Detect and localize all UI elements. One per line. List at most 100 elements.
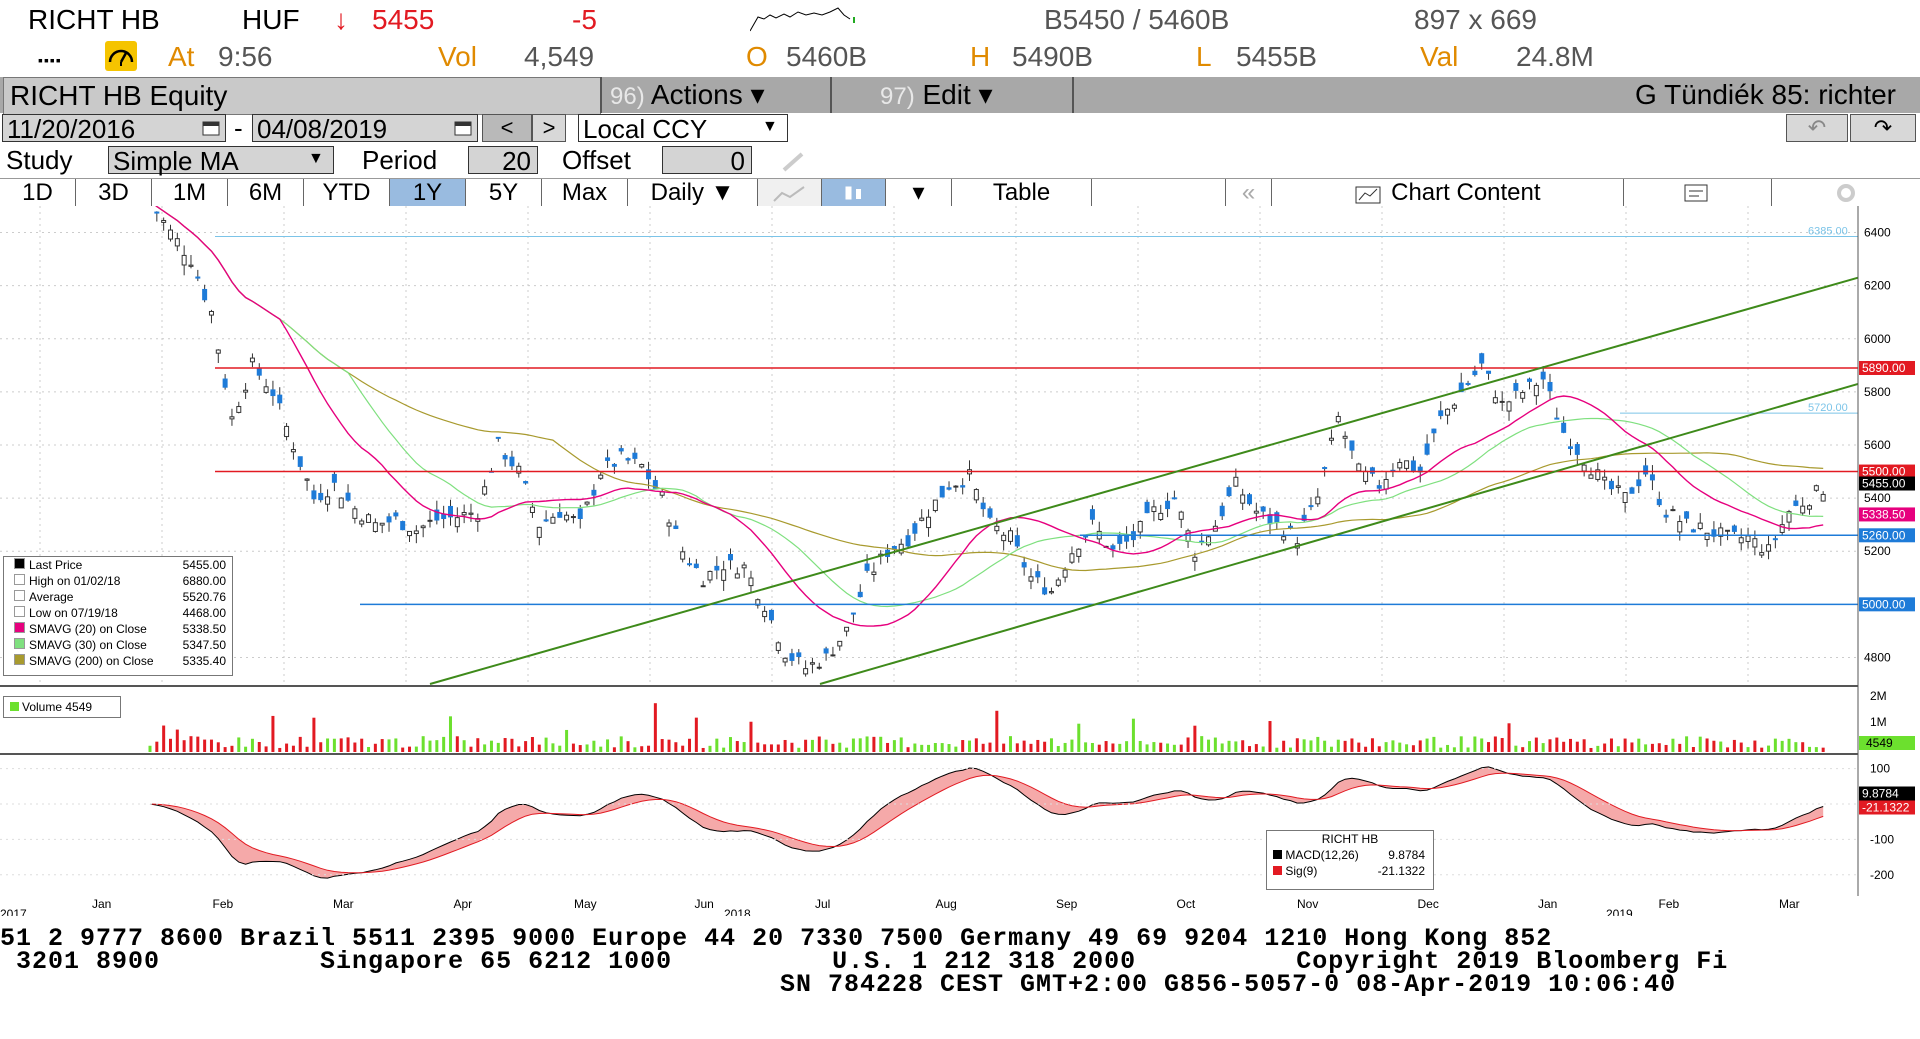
year-label: 2019 [1606,907,1633,916]
volume-bar [537,744,541,752]
candle-body [1520,392,1526,399]
volume-legend[interactable]: Volume 4549 [3,696,121,718]
volume-bar [1275,747,1279,752]
redo-button[interactable]: ↷ [1850,114,1916,142]
actions-menu[interactable]: 96) Actions ▾ [610,77,765,113]
candle-body [1649,474,1655,481]
price-tag-label: 5890.00 [1862,361,1906,375]
candle-body [1226,487,1232,497]
calendar-icon[interactable] [202,120,220,136]
dots-icon[interactable]: ▪▪▪▪ [38,52,62,68]
interval-select[interactable]: Daily ▼ [628,179,758,207]
period-field[interactable]: 20 [468,146,538,175]
pencil-icon[interactable] [780,150,808,174]
date-from-field[interactable]: 11/20/2016 [2,114,226,144]
month-label: Feb [213,897,234,911]
currency-select[interactable]: Local CCY [578,114,788,143]
candle-body [782,657,788,663]
candle-chart-icon[interactable] [822,179,886,207]
chart-legend[interactable]: Last Price 5455.00 High on 01/02/18 6880.00… [3,556,233,676]
volume-bar [1562,741,1566,752]
candle-body [304,478,310,481]
candle-body [297,456,303,467]
next-button[interactable]: > [532,114,566,142]
speedometer-icon[interactable] [104,40,138,72]
candle-body [973,489,979,501]
tab-max[interactable]: Max [542,179,628,207]
candle-body [536,526,542,538]
price-chart[interactable]: 6400 6200 6000 5800 5600 5400 5200 4800 5890.00 5… [0,206,1920,916]
volume-bar [1466,747,1470,752]
candle-body [502,455,508,460]
candle-body [359,520,365,525]
month-label: Mar [333,897,354,911]
volume-bar [913,743,917,752]
prev-button[interactable]: < [482,114,532,142]
volume-bar [271,715,275,752]
tab-5y[interactable]: 5Y [466,179,542,207]
volume-bar [489,740,493,752]
volume-bar [373,743,377,752]
volume-bar [1603,743,1607,752]
volume-bar [988,742,992,752]
candle-body [803,668,809,675]
chevron-down-icon[interactable]: ▼ [308,150,324,168]
volume-bar [968,740,972,752]
volume-bar [1514,745,1518,752]
annotate-icon[interactable] [1624,179,1772,207]
volume-bar [1609,738,1613,752]
gear-icon[interactable] [1772,179,1920,207]
candle-body [1028,576,1034,582]
candle-body [236,406,242,413]
volume-bar [1801,742,1805,752]
volume-bar [1541,743,1545,752]
candle-body [1533,384,1539,397]
volume-bar [701,747,705,752]
volume-bar [899,737,903,752]
volume-bar [1295,738,1299,752]
volume-bar [455,736,459,752]
tab-ytd[interactable]: YTD [304,179,390,207]
tab-1d[interactable]: 1D [0,179,76,207]
chart-content-button[interactable]: Chart Content [1272,179,1624,207]
study-select[interactable]: Simple MA [108,146,334,175]
candle-body [1260,506,1266,512]
candle-body [693,563,699,569]
volume-bar [448,716,452,752]
volume-bar [1739,742,1743,752]
candle-body [1677,521,1683,533]
candle-body [372,522,378,532]
tab-6m[interactable]: 6M [228,179,304,207]
date-to-field[interactable]: 04/08/2019 [252,114,478,143]
candle-body [932,499,938,512]
volume-bar [1773,738,1777,752]
volume-bar [346,737,350,752]
table-button[interactable]: Table [952,179,1092,207]
volume-bar [237,737,241,752]
volume-bar [1473,736,1477,752]
candle-body [1731,525,1737,532]
tab-1m[interactable]: 1M [152,179,228,207]
edit-menu[interactable]: 97) Edit ▾ [880,77,993,113]
collapse-icon[interactable]: « [1226,179,1272,207]
offset-field[interactable]: 0 [662,146,752,175]
line-chart-icon[interactable] [758,179,822,207]
tab-1y[interactable]: 1Y [390,179,466,207]
volume-bar [1623,738,1627,752]
candle-body [1588,474,1594,479]
macd-legend[interactable]: RICHT HB MACD(12,26) 9.8784 Sig(9) -21.1… [1266,830,1434,890]
chart-type-dropdown[interactable]: ▾ [886,179,952,207]
calendar-icon[interactable] [454,120,472,136]
candle-body [174,238,180,247]
candle-body [427,519,433,522]
legend-value: 4468.00 [182,606,226,620]
undo-button[interactable]: ↶ [1786,114,1848,142]
volume-bar [1439,747,1443,752]
tab-3d[interactable]: 3D [76,179,152,207]
security-title[interactable]: RICHT HB Equity [3,77,601,115]
candle-body [1240,494,1246,504]
volume-bar [722,747,726,752]
date-from-value: 11/20/2016 [7,114,136,144]
chevron-down-icon[interactable]: ▼ [762,118,778,136]
candle-body [673,525,679,530]
